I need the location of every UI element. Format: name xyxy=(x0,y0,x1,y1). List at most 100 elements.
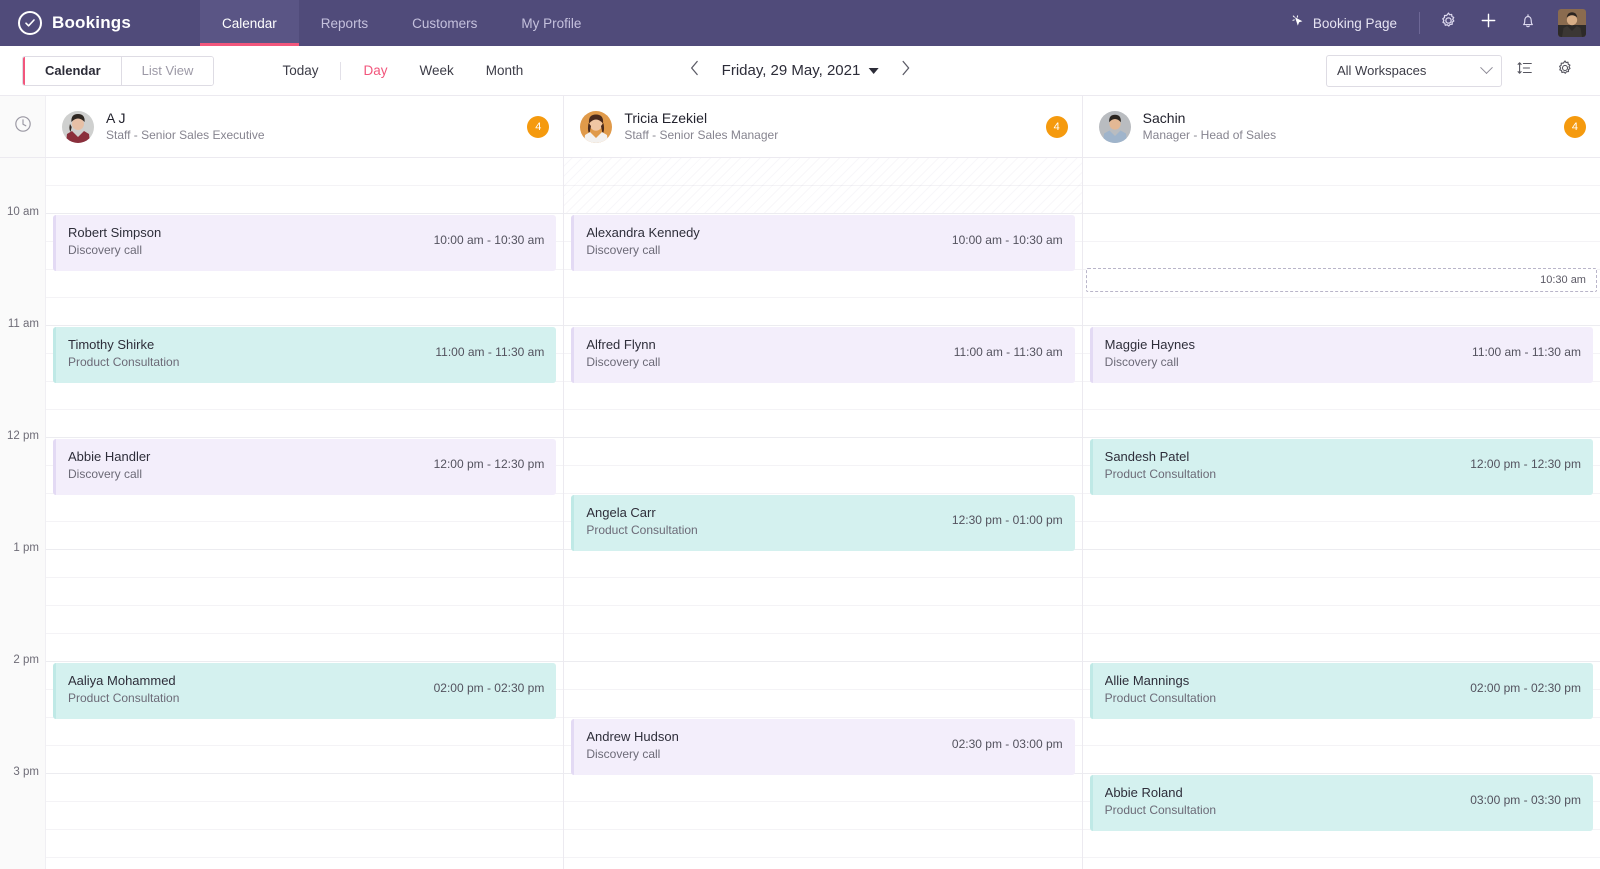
clock-check-icon xyxy=(18,11,42,35)
booking-count-badge: 4 xyxy=(1045,115,1068,138)
staff-header-sachin[interactable]: Sachin Manager - Head of Sales 4 xyxy=(1083,96,1600,157)
gear-icon xyxy=(1439,11,1458,35)
booking-page-button[interactable]: Booking Page xyxy=(1278,0,1411,46)
add-button[interactable] xyxy=(1468,0,1508,46)
grid-line xyxy=(1082,325,1600,326)
event-time-range: 11:00 am - 11:30 am xyxy=(1472,345,1581,359)
nav-item-customers[interactable]: Customers xyxy=(390,0,499,46)
grid-line xyxy=(564,633,1082,634)
grid-line xyxy=(564,437,1082,438)
calendar-settings-button[interactable] xyxy=(1548,54,1582,88)
nav-item-reports[interactable]: Reports xyxy=(299,0,390,46)
event-time-range: 02:00 pm - 02:30 pm xyxy=(433,681,545,695)
new-slot-placeholder[interactable]: 10:30 am xyxy=(1085,268,1597,292)
calendar-event[interactable]: Abbie Roland Product Consultation 03:00 pm… xyxy=(1089,775,1593,831)
event-time-range: 11:00 am - 11:30 am xyxy=(435,345,545,359)
list-density-button[interactable] xyxy=(1508,54,1542,88)
staff-name: Tricia Ezekiel xyxy=(624,110,708,126)
grid-line xyxy=(46,577,564,578)
view-divider xyxy=(340,61,342,80)
staff-header-tricia-ezekiel[interactable]: Tricia Ezekiel Staff - Senior Sales Mana… xyxy=(564,96,1083,157)
booking-count-badge: 4 xyxy=(1563,115,1586,138)
calendar-event[interactable]: Abbie Handler Discovery call 12:00 pm - 12… xyxy=(53,439,557,495)
staff-header-aj[interactable]: A J Staff - Senior Sales Executive 4 xyxy=(46,96,565,157)
event-customer-name: Robert Simpson xyxy=(68,225,162,240)
list-settings-icon xyxy=(1516,59,1534,82)
view-option-month[interactable]: Month xyxy=(470,61,540,81)
staff-name: A J xyxy=(106,110,126,126)
nav-item-calendar[interactable]: Calendar xyxy=(200,0,299,46)
event-service-type: Discovery call xyxy=(68,467,143,481)
grid-line xyxy=(564,661,1082,662)
staff-column-sachin[interactable]: Maggie Haynes Discovery call 11:00 am - 11… xyxy=(1082,158,1600,869)
event-details: Aaliya Mohammed Product Consultation xyxy=(68,672,424,707)
calendar-event[interactable]: Maggie Haynes Discovery call 11:00 am - 11… xyxy=(1089,327,1593,383)
staff-column-aj[interactable]: Robert Simpson Discovery call 10:00 am - 1… xyxy=(46,158,565,869)
chevron-down-icon xyxy=(868,67,879,74)
notifications-button[interactable] xyxy=(1508,0,1548,46)
calendar-event[interactable]: Timothy Shirke Product Consultation 11:00 … xyxy=(53,327,557,383)
date-navigator: Friday, 29 May, 2021 xyxy=(680,56,921,86)
grid-line xyxy=(46,829,564,830)
grid-line xyxy=(564,829,1082,830)
view-option-today[interactable]: Today xyxy=(266,61,334,81)
segment-list-view[interactable]: List View xyxy=(121,56,214,85)
grid-line xyxy=(46,857,564,858)
event-customer-name: Abbie Handler xyxy=(68,449,151,464)
calendar-event[interactable]: Allie Mannings Product Consultation 02:00 … xyxy=(1089,663,1593,719)
previous-day-button[interactable] xyxy=(680,56,710,86)
event-service-type: Discovery call xyxy=(68,243,143,257)
current-date-button[interactable]: Friday, 29 May, 2021 xyxy=(716,62,885,79)
main-nav-items: Calendar Reports Customers My Profile xyxy=(200,0,603,46)
nav-divider xyxy=(1419,12,1420,34)
brand-logo-area[interactable]: Bookings xyxy=(0,0,200,46)
staff-name: Sachin xyxy=(1142,110,1186,126)
grid-line xyxy=(564,409,1082,410)
event-details: Allie Mannings Product Consultation xyxy=(1105,672,1461,707)
event-service-type: Discovery call xyxy=(586,243,661,257)
staff-column-tricia-ezekiel[interactable]: Alexandra Kennedy Discovery call 10:00 am … xyxy=(564,158,1083,869)
grid-line xyxy=(1082,745,1600,746)
calendar-event[interactable]: Andrew Hudson Discovery call 02:30 pm - 03… xyxy=(571,719,1075,775)
settings-button[interactable] xyxy=(1428,0,1468,46)
avatar xyxy=(1098,110,1131,143)
event-service-type: Product Consultation xyxy=(586,523,698,537)
calendar-event[interactable]: Alfred Flynn Discovery call 11:00 am - 11:… xyxy=(571,327,1075,383)
grid-line xyxy=(1082,605,1600,606)
avatar[interactable] xyxy=(1558,9,1586,37)
staff-header-row: A J Staff - Senior Sales Executive 4 Tri… xyxy=(0,96,1600,158)
time-axis-label: 1 pm xyxy=(13,542,39,554)
grid-line xyxy=(564,717,1082,718)
event-customer-name: Aaliya Mohammed xyxy=(68,673,176,688)
view-option-day[interactable]: Day xyxy=(347,61,403,81)
grid-line xyxy=(1082,241,1600,242)
calendar-event[interactable]: Robert Simpson Discovery call 10:00 am - 1… xyxy=(53,215,557,271)
range-view-switch: Today Day Week Month xyxy=(266,61,539,81)
event-customer-name: Maggie Haynes xyxy=(1104,337,1195,352)
nav-item-my-profile[interactable]: My Profile xyxy=(499,0,603,46)
event-time-range: 10:00 am - 10:30 am xyxy=(951,233,1063,247)
grid-line xyxy=(46,633,564,634)
time-axis-label: 12 pm xyxy=(7,430,39,442)
staff-columns: Robert Simpson Discovery call 10:00 am - 1… xyxy=(46,158,1600,869)
next-day-button[interactable] xyxy=(890,56,920,86)
timezone-clock-cell[interactable] xyxy=(0,96,46,157)
calendar-event[interactable]: Aaliya Mohammed Product Consultation 02:00… xyxy=(53,663,557,719)
event-service-type: Discovery call xyxy=(586,747,661,761)
segment-label: Calendar xyxy=(45,63,101,78)
calendar-event[interactable]: Angela Carr Product Consultation 12:30 pm … xyxy=(571,495,1075,551)
calendar-event[interactable]: Alexandra Kennedy Discovery call 10:00 am … xyxy=(571,215,1075,271)
grid-line xyxy=(1082,577,1600,578)
current-date-label: Friday, 29 May, 2021 xyxy=(721,62,861,79)
workspace-select[interactable]: All Workspaces xyxy=(1326,54,1502,87)
clock-icon xyxy=(13,114,33,139)
nav-item-label: My Profile xyxy=(521,15,582,31)
nav-item-label: Customers xyxy=(412,15,478,31)
event-details: Sandesh Patel Product Consultation xyxy=(1105,448,1461,483)
grid-line xyxy=(46,185,564,186)
calendar-event[interactable]: Sandesh Patel Product Consultation 12:00 p… xyxy=(1089,439,1593,495)
segment-calendar[interactable]: Calendar xyxy=(23,56,122,85)
view-option-week[interactable]: Week xyxy=(403,61,469,81)
grid-line xyxy=(1082,661,1600,662)
grid-line xyxy=(46,605,564,606)
